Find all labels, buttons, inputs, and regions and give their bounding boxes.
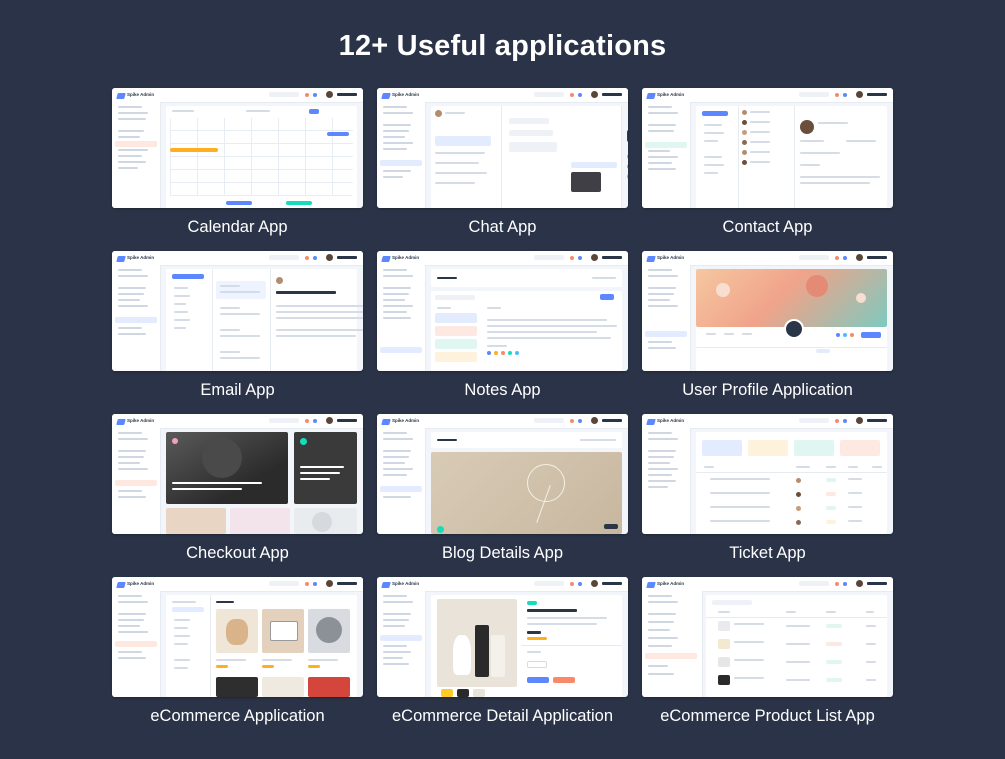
app-screenshot: Spike Admin	[377, 251, 628, 371]
app-caption[interactable]: Checkout App	[92, 544, 383, 563]
app-gallery: Spike Admin Calendar App Spike Admin Cha…	[112, 88, 893, 740]
app-screenshot: Spike Admin	[377, 414, 628, 534]
app-caption[interactable]: eCommerce Application	[92, 707, 383, 726]
app-screenshot: Spike Admin	[112, 414, 363, 534]
app-card-email[interactable]: Spike Admin Email App	[112, 251, 363, 414]
app-screenshot: Spike Admin	[377, 577, 628, 697]
app-caption[interactable]: Chat App	[357, 218, 648, 237]
app-caption[interactable]: Calendar App	[92, 218, 383, 237]
app-card-notes[interactable]: Spike Admin Notes App	[377, 251, 628, 414]
app-caption[interactable]: Blog Details App	[357, 544, 648, 563]
app-card-contact[interactable]: Spike Admin Contact App	[642, 88, 893, 251]
app-screenshot: Spike Admin	[112, 251, 363, 371]
app-caption[interactable]: eCommerce Product List App	[622, 707, 913, 726]
app-card-checkout[interactable]: Spike Admin Checkout App	[112, 414, 363, 577]
page-title: 12+ Useful applications	[338, 30, 667, 62]
app-caption[interactable]: User Profile Application	[622, 381, 913, 400]
app-caption[interactable]: Ticket App	[622, 544, 913, 563]
app-screenshot: Spike Admin	[112, 88, 363, 208]
app-screenshot: Spike Admin	[642, 88, 893, 208]
app-card-ticket[interactable]: Spike Admin Ticket App	[642, 414, 893, 577]
app-caption[interactable]: Contact App	[622, 218, 913, 237]
app-card-profile[interactable]: Spike Admin User Profile Application	[642, 251, 893, 414]
app-card-product-list[interactable]: Spike Admin eCommerce Product List App	[642, 577, 893, 740]
app-card-chat[interactable]: Spike Admin Chat App	[377, 88, 628, 251]
app-caption[interactable]: eCommerce Detail Application	[357, 707, 648, 726]
app-screenshot: Spike Admin	[642, 577, 893, 697]
app-card-calendar[interactable]: Spike Admin Calendar App	[112, 88, 363, 251]
app-screenshot: Spike Admin	[642, 251, 893, 371]
app-screenshot: Spike Admin	[112, 577, 363, 697]
app-card-blog[interactable]: Spike Admin Blog Details App	[377, 414, 628, 577]
app-card-ecommerce-detail[interactable]: Spike Admin eCommerce Detail Application	[377, 577, 628, 740]
app-card-ecommerce[interactable]: Spike Admin eCommerce Application	[112, 577, 363, 740]
app-caption[interactable]: Notes App	[357, 381, 648, 400]
app-screenshot: Spike Admin	[642, 414, 893, 534]
app-caption[interactable]: Email App	[92, 381, 383, 400]
app-screenshot: Spike Admin	[377, 88, 628, 208]
